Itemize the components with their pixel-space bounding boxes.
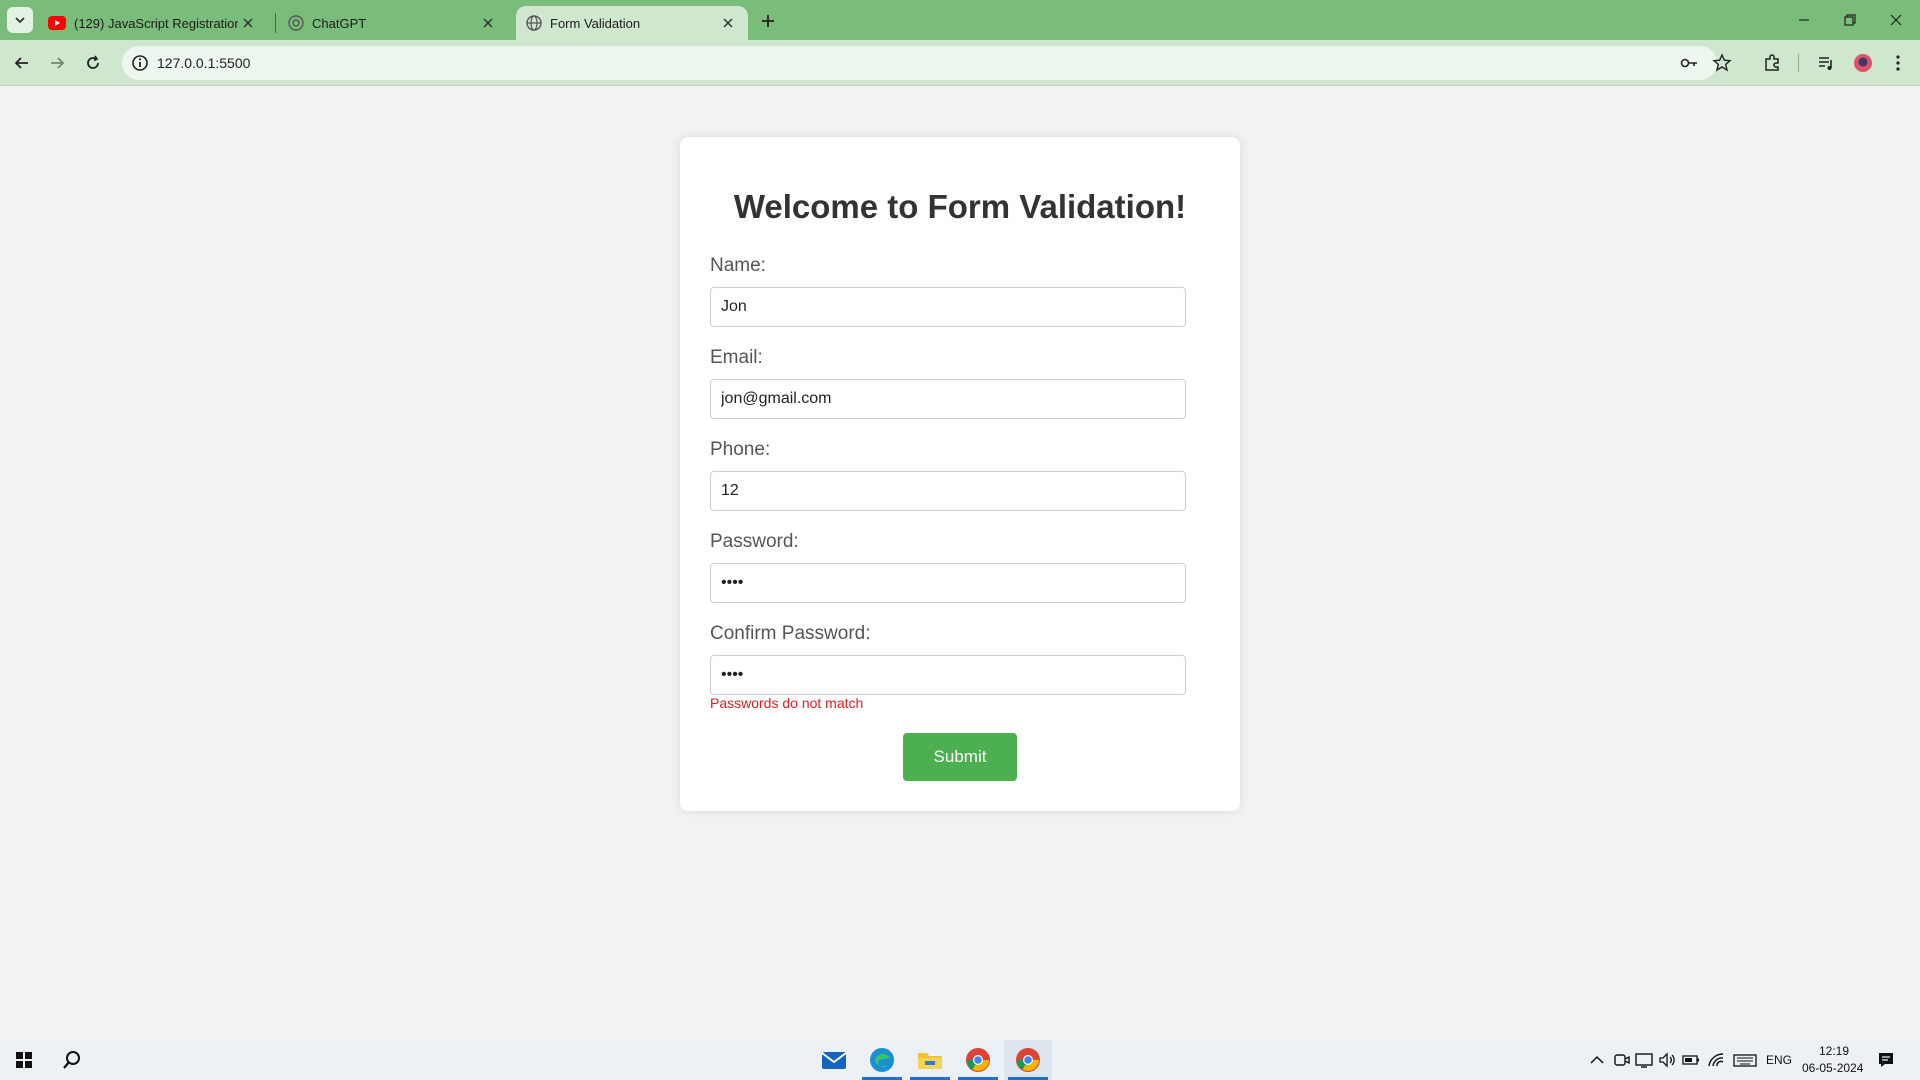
tab-close-button[interactable]	[238, 13, 258, 33]
close-icon	[723, 18, 733, 28]
new-tab-button[interactable]	[756, 9, 780, 33]
email-input[interactable]	[710, 379, 1186, 419]
bookmark-star-icon[interactable]	[1712, 53, 1732, 73]
youtube-icon	[48, 16, 66, 30]
address-bar[interactable]: 127.0.0.1:5500	[122, 46, 1732, 80]
taskbar-app-mail[interactable]	[810, 1040, 858, 1080]
notification-icon[interactable]	[1876, 1050, 1896, 1070]
arrow-right-icon	[51, 57, 65, 69]
mail-icon	[821, 1052, 847, 1069]
restore-icon	[1844, 14, 1856, 26]
extensions-button[interactable]	[1758, 49, 1786, 77]
tab-separator	[275, 13, 276, 33]
minimize-button[interactable]	[1782, 6, 1826, 34]
name-input[interactable]	[710, 287, 1186, 327]
chevron-down-icon	[15, 17, 25, 24]
profile-button[interactable]	[1849, 49, 1877, 77]
chrome-icon	[966, 1048, 990, 1072]
globe-icon	[526, 15, 542, 31]
close-icon	[483, 18, 493, 28]
tab-title: ChatGPT	[312, 15, 367, 31]
taskbar-app-chrome[interactable]	[954, 1040, 1002, 1080]
windows-icon	[16, 1052, 32, 1068]
clock-date[interactable]: 06-05-2024	[1802, 1061, 1863, 1075]
display-icon[interactable]	[1634, 1050, 1654, 1070]
start-button[interactable]	[0, 1040, 48, 1080]
form-card: Welcome to Form Validation! Name: Email:…	[680, 137, 1240, 811]
password-input[interactable]	[710, 563, 1186, 603]
confirm-password-label: Confirm Password:	[710, 623, 871, 644]
language-indicator[interactable]: ENG	[1766, 1053, 1792, 1067]
taskbar-app-file-explorer[interactable]	[906, 1040, 954, 1080]
more-vertical-icon	[1896, 55, 1900, 71]
password-label: Password:	[710, 531, 799, 552]
arrow-left-icon	[14, 57, 28, 69]
volume-icon[interactable]	[1657, 1050, 1677, 1070]
close-window-button[interactable]	[1874, 6, 1918, 34]
edge-icon	[870, 1048, 894, 1072]
taskbar-app-edge[interactable]	[858, 1040, 906, 1080]
tab-search-button[interactable]	[7, 7, 33, 33]
tab-youtube[interactable]: (129) JavaScript Registration Fo	[38, 6, 268, 40]
clock-time[interactable]: 12:19	[1819, 1044, 1849, 1058]
close-icon	[243, 18, 253, 28]
site-info-icon[interactable]	[130, 53, 150, 73]
wifi-icon[interactable]	[1706, 1050, 1726, 1070]
phone-input[interactable]	[710, 471, 1186, 511]
reload-icon	[87, 55, 99, 69]
password-key-icon[interactable]	[1679, 53, 1699, 73]
search-button[interactable]	[48, 1040, 96, 1080]
tab-chatgpt[interactable]: ChatGPT	[278, 6, 508, 40]
restore-button[interactable]	[1828, 6, 1872, 34]
chatgpt-icon	[288, 15, 304, 31]
url-text: 127.0.0.1:5500	[157, 55, 251, 71]
tab-title: Form Validation	[550, 15, 641, 31]
file-explorer-icon	[918, 1053, 942, 1069]
tab-strip: (129) JavaScript Registration Fo ChatGPT…	[0, 0, 1920, 40]
confirm-password-input[interactable]	[710, 655, 1186, 695]
avatar	[1854, 54, 1872, 72]
minimize-icon	[1799, 19, 1809, 21]
taskbar-app-chrome-active[interactable]	[1004, 1040, 1052, 1080]
tab-title: (129) JavaScript Registration Fo	[74, 15, 238, 31]
chevron-up-icon[interactable]	[1587, 1050, 1607, 1070]
battery-icon[interactable]	[1681, 1050, 1701, 1070]
email-label: Email:	[710, 347, 763, 368]
reload-button[interactable]	[79, 49, 107, 77]
puzzle-icon	[1765, 54, 1779, 71]
chrome-icon	[1016, 1048, 1040, 1072]
page-title: Welcome to Form Validation!	[733, 188, 1187, 225]
submit-button[interactable]: Submit	[903, 733, 1017, 781]
name-label: Name:	[710, 255, 766, 276]
meet-now-icon[interactable]	[1611, 1050, 1631, 1070]
media-control-button[interactable]	[1812, 49, 1840, 77]
close-icon	[1890, 14, 1902, 26]
menu-button[interactable]	[1884, 49, 1912, 77]
phone-label: Phone:	[710, 439, 771, 460]
tab-close-button[interactable]	[478, 13, 498, 33]
tab-form-validation[interactable]: Form Validation	[516, 6, 748, 40]
browser-toolbar: 127.0.0.1:5500	[0, 40, 1920, 86]
tab-close-button[interactable]	[718, 13, 738, 33]
plus-icon	[762, 15, 774, 27]
keyboard-icon[interactable]	[1733, 1050, 1757, 1070]
search-icon	[63, 1051, 80, 1069]
back-button[interactable]	[8, 49, 36, 77]
toolbar-separator	[1798, 54, 1799, 72]
taskbar: ENG 12:19 06-05-2024	[0, 1040, 1920, 1080]
forward-button[interactable]	[43, 49, 71, 77]
password-mismatch-error: Passwords do not match	[710, 695, 864, 711]
playlist-icon	[1819, 57, 1832, 70]
